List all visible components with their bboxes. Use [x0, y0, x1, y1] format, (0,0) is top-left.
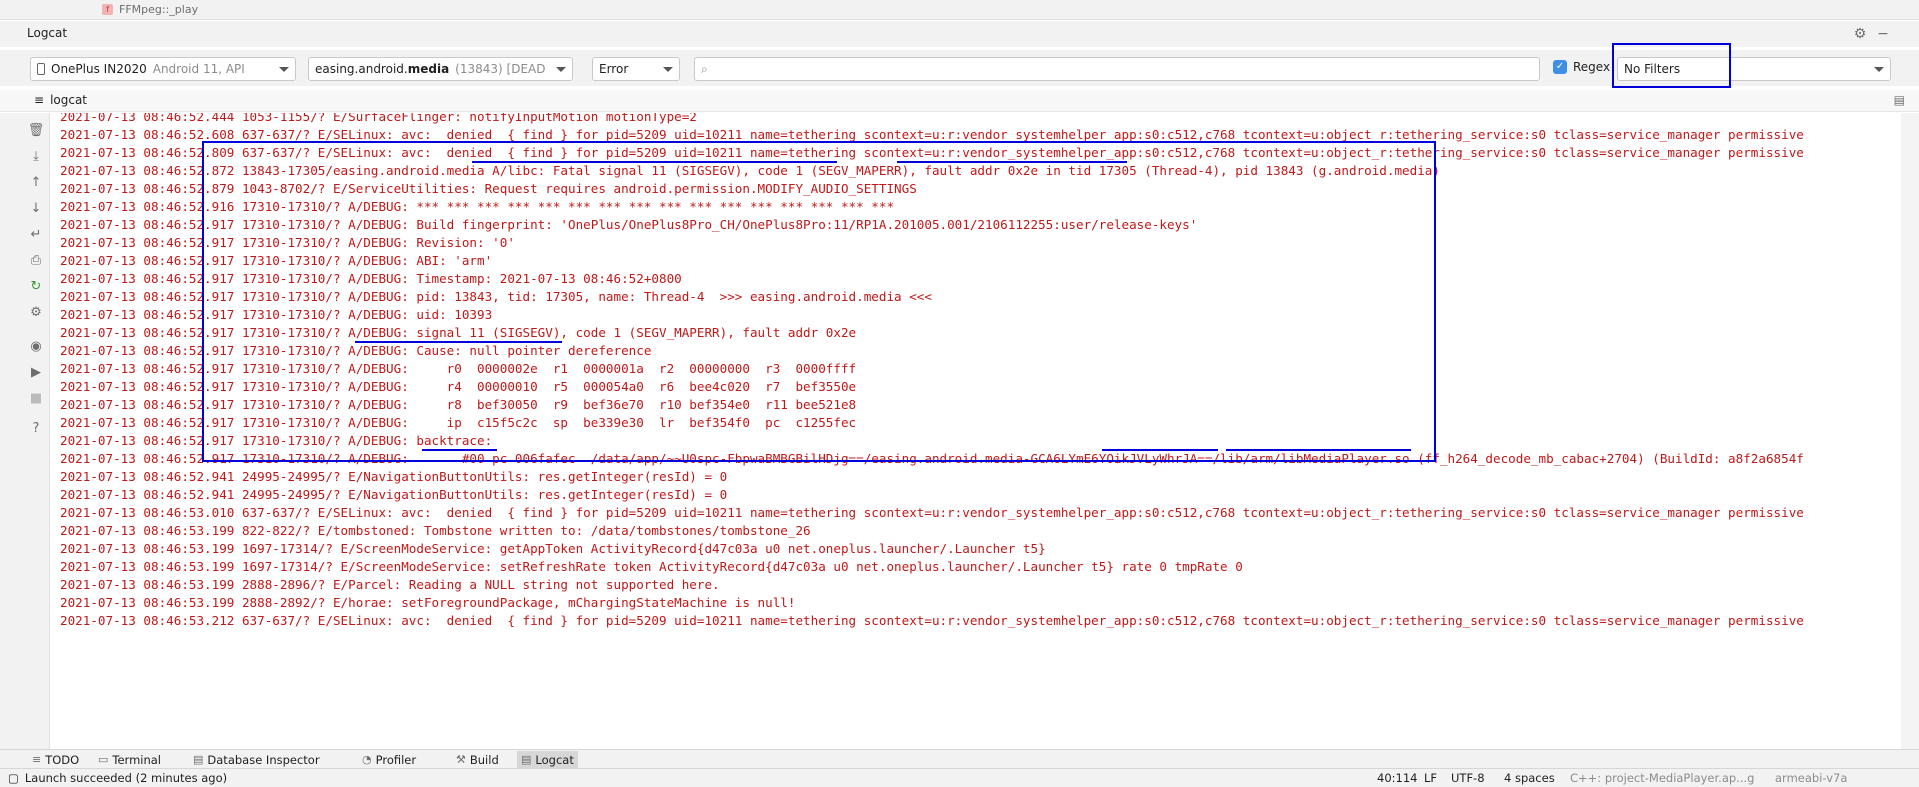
logcat-tab-label: logcat: [50, 93, 88, 107]
file-encoding[interactable]: UTF-8: [1451, 771, 1485, 785]
soft-wrap-icon[interactable]: ↵: [26, 225, 46, 245]
search-input[interactable]: ⌕: [694, 57, 1540, 81]
logcat-subheader: ≡ logcat ▤: [0, 90, 1919, 112]
filter-highlight-box: [1612, 43, 1731, 88]
log-line: 2021-07-13 08:46:52.444 1053-1155/? E/Su…: [60, 113, 697, 124]
logcat-tab[interactable]: ≡ logcat: [34, 93, 87, 107]
tab-build[interactable]: ⚒ Build: [452, 751, 503, 768]
log-line: 2021-07-13 08:46:53.199 1697-17314/? E/S…: [60, 559, 1243, 574]
camera-icon[interactable]: ◉: [26, 337, 46, 357]
logcat-side-toolbar: 🗑 ⤓ ↑ ↓ ↵ ⎙ ↻ ⚙ ◉ ▶ ■ ?: [0, 113, 50, 749]
process-bold: media: [407, 62, 450, 76]
view-options-icon[interactable]: ▤: [1894, 93, 1905, 107]
tab-label: Terminal: [112, 752, 162, 767]
underline-null-pointer: [355, 341, 562, 343]
chevron-down-icon: [279, 67, 289, 72]
process-prefix: easing.android.: [315, 62, 408, 76]
print-icon[interactable]: ⎙: [26, 251, 46, 271]
panel-title: Logcat: [27, 26, 68, 40]
arrow-down-icon[interactable]: ↓: [26, 199, 46, 219]
editor-tab-strip: f FFMpeg::_play: [0, 0, 1919, 20]
tab-todo[interactable]: ≡ TODO: [28, 751, 83, 768]
scroll-to-end-icon[interactable]: ⤓: [26, 147, 46, 167]
terminal-icon: ▭: [98, 753, 109, 766]
chevron-down-icon: [663, 67, 673, 72]
tool-window-bar: ≡ TODO ▭ Terminal ▤ Database Inspector ◔…: [0, 749, 1919, 768]
search-icon: ⌕: [701, 62, 708, 76]
regex-checkbox[interactable]: ✓: [1553, 60, 1567, 74]
caret-position[interactable]: 40:114: [1377, 771, 1417, 785]
video-icon[interactable]: ▶: [26, 363, 46, 383]
underline-function: [1226, 449, 1411, 451]
list-icon: ≡: [32, 753, 42, 766]
device-selector[interactable]: OnePlus IN2020 Android 11, API: [30, 57, 296, 81]
regex-toggle[interactable]: ✓ Regex: [1553, 60, 1610, 74]
log-line: 2021-07-13 08:46:52.941 24995-24995/? E/…: [60, 469, 728, 484]
log-line: 2021-07-13 08:46:53.199 1697-17314/? E/S…: [60, 541, 1046, 556]
database-icon: ▤: [193, 753, 204, 766]
tab-logcat[interactable]: ▤ Logcat: [517, 751, 578, 768]
tab-database-inspector[interactable]: ▤ Database Inspector: [189, 751, 324, 768]
underline-tid: [897, 161, 1127, 163]
log-line: 2021-07-13 08:46:52.941 24995-24995/? E/…: [60, 487, 728, 502]
log-line: 2021-07-13 08:46:53.010 637-637/? E/SELi…: [60, 505, 1804, 520]
process-detail: (13843) [DEAD: [455, 62, 546, 76]
logcat-icon: ▤: [521, 753, 532, 766]
log-output[interactable]: 2021-07-13 08:46:52.444 1053-1155/? E/Su…: [50, 113, 1900, 749]
gear-icon[interactable]: ⚙: [1851, 25, 1869, 43]
status-message[interactable]: Launch succeeded (2 minutes ago): [25, 771, 227, 785]
device-detail: Android 11, API: [152, 62, 245, 76]
log-line: 2021-07-13 08:46:53.199 2888-2892/? E/ho…: [60, 595, 796, 610]
tab-label: TODO: [45, 752, 80, 767]
regex-label: Regex: [1573, 60, 1611, 74]
function-label: FFMpeg::_play: [119, 3, 199, 16]
trash-icon[interactable]: 🗑: [26, 121, 46, 141]
underline-library: [1102, 449, 1218, 451]
restart-icon[interactable]: ↻: [26, 277, 46, 297]
function-icon: f: [102, 4, 113, 15]
status-bar: ▢ Launch succeeded (2 minutes ago) 40:11…: [0, 768, 1919, 787]
log-level-selector[interactable]: Error: [592, 57, 680, 81]
stop-icon[interactable]: ■: [26, 389, 46, 409]
crash-highlight-box: [202, 141, 1436, 462]
tab-label: Logcat: [535, 752, 574, 767]
help-icon[interactable]: ?: [26, 419, 46, 439]
settings-icon[interactable]: ⚙: [26, 303, 46, 323]
log-line: 2021-07-13 08:46:53.212 637-637/? E/SELi…: [60, 613, 1804, 628]
tab-label: Database Inspector: [207, 752, 320, 767]
hammer-icon: ⚒: [456, 753, 466, 766]
gauge-icon: ◔: [362, 753, 372, 766]
resolve-context[interactable]: C++: project-MediaPlayer.ap...g: [1570, 771, 1754, 785]
device-name: OnePlus IN2020: [51, 62, 147, 76]
status-window-icon[interactable]: ▢: [8, 771, 19, 785]
logcat-lines-icon: ≡: [34, 93, 45, 107]
abi-selector[interactable]: armeabi-v7a: [1775, 771, 1847, 785]
line-ending[interactable]: LF: [1424, 771, 1437, 785]
chevron-down-icon: [556, 67, 566, 72]
minimize-icon[interactable]: −: [1874, 25, 1892, 43]
tab-terminal[interactable]: ▭ Terminal: [94, 751, 165, 768]
underline-fatal-signal: [472, 161, 837, 163]
function-breadcrumb[interactable]: f FFMpeg::_play: [102, 3, 198, 16]
log-line: 2021-07-13 08:46:53.199 822-822/? E/tomb…: [60, 523, 811, 538]
tab-profiler[interactable]: ◔ Profiler: [358, 751, 420, 768]
process-selector[interactable]: easing.android. media (13843) [DEAD: [308, 57, 573, 81]
indent-setting[interactable]: 4 spaces: [1504, 771, 1555, 785]
phone-icon: [37, 63, 45, 75]
tab-label: Build: [469, 752, 499, 767]
chevron-down-icon: [1874, 67, 1884, 72]
arrow-up-icon[interactable]: ↑: [26, 173, 46, 193]
log-level-value: Error: [599, 62, 629, 76]
log-line: 2021-07-13 08:46:53.199 2888-2896/? E/Pa…: [60, 577, 720, 592]
underline-pc: [422, 449, 497, 451]
vertical-scrollbar[interactable]: [1901, 113, 1919, 749]
tab-label: Profiler: [375, 752, 417, 767]
